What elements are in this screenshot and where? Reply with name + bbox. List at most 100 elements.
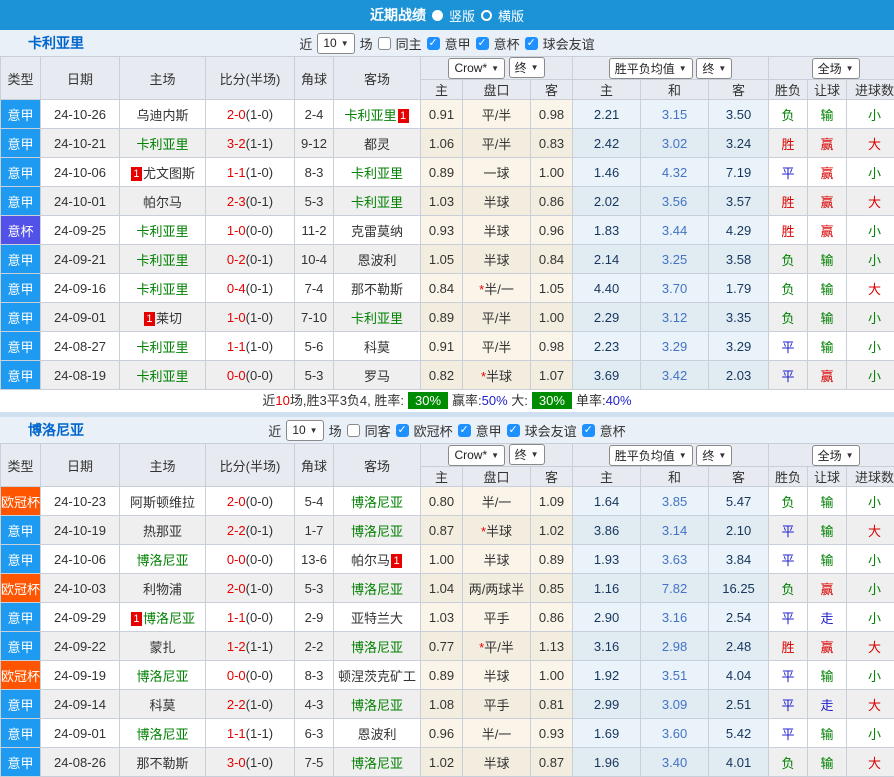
mean-group-header: 胜平负均值▼ 终▼ [573, 444, 769, 467]
recent-count-select[interactable]: 10▼ [286, 420, 323, 441]
scope-select[interactable]: 全场▼ [812, 58, 860, 79]
horizontal-radio-label: 横版 [498, 6, 524, 25]
team-name-text: 卡利亚里 [351, 166, 403, 181]
scope-select[interactable]: 全场▼ [812, 445, 860, 466]
league-filter-label: 意甲 [476, 421, 502, 440]
sub-column-header: 主 [573, 80, 641, 100]
team-name-text: 博洛尼亚 [351, 640, 403, 655]
league-filter-checkbox[interactable]: ✓ [458, 424, 471, 437]
column-header: 主场 [120, 57, 206, 100]
odds-group-header: Crow*▼ 终▼ [421, 444, 573, 467]
horizontal-radio[interactable] [481, 10, 492, 21]
league-filter-checkbox[interactable]: ✓ [396, 424, 409, 437]
home-team: 科莫 [120, 690, 206, 719]
match-row: 意甲24-09-01博洛尼亚1-1(1-1)6-3恩波利0.96半/一0.931… [1, 719, 894, 748]
score: 0-0(0-0) [206, 361, 295, 390]
mean-time-select[interactable]: 终▼ [696, 445, 732, 466]
league-filter-checkbox[interactable]: ✓ [427, 37, 440, 50]
full-score: 0-2 [227, 252, 246, 267]
odds-source-select[interactable]: Crow*▼ [448, 58, 505, 79]
score: 0-4(0-1) [206, 274, 295, 303]
same-venue-label: 同客 [365, 421, 391, 440]
result-wdl: 负 [769, 303, 808, 332]
team-name-text: 博洛尼亚 [136, 553, 188, 568]
odds-away: 1.02 [531, 516, 573, 545]
same-venue-checkbox[interactable] [378, 37, 391, 50]
mean-draw: 3.85 [641, 487, 709, 516]
away-team: 罗马 [334, 361, 421, 390]
column-header: 类型 [1, 444, 41, 487]
result-handicap: 输 [808, 545, 847, 574]
team-name-text: 帕尔马 [351, 553, 390, 568]
half-score: (0-1) [246, 194, 273, 209]
handicap: 平/半 [463, 129, 531, 158]
league-filter-checkbox[interactable]: ✓ [476, 37, 489, 50]
odds-source-select[interactable]: Crow*▼ [448, 445, 505, 466]
league-type: 意杯 [1, 216, 41, 245]
match-date: 24-09-01 [41, 719, 120, 748]
mean-away: 2.10 [709, 516, 769, 545]
half-score: (0-0) [246, 223, 273, 238]
league-filter-label: 欧冠杯 [414, 421, 453, 440]
result-goals: 小 [847, 574, 894, 603]
odds-home: 0.82 [421, 361, 463, 390]
result-handicap: 走 [808, 690, 847, 719]
mean-draw: 3.44 [641, 216, 709, 245]
vertical-radio[interactable] [432, 10, 443, 21]
result-handicap: 输 [808, 516, 847, 545]
team-name-text: 博洛尼亚 [351, 698, 403, 713]
half-score: (0-0) [246, 368, 273, 383]
league-filter-checkbox[interactable]: ✓ [582, 424, 595, 437]
league-filter-checkbox[interactable]: ✓ [525, 37, 538, 50]
mean-home: 1.64 [573, 487, 641, 516]
sub-column-header: 进球数 [847, 467, 894, 487]
league-filter-checkbox[interactable]: ✓ [507, 424, 520, 437]
chevron-down-icon: ▼ [846, 451, 854, 460]
recent-count-select[interactable]: 10▼ [317, 33, 354, 54]
full-score: 1-0 [227, 310, 246, 325]
half-score: (0-1) [246, 523, 273, 538]
match-date: 24-10-03 [41, 574, 120, 603]
mean-type-select-value: 胜平负均值 [615, 447, 675, 464]
score: 1-0(0-0) [206, 216, 295, 245]
odds-time-select[interactable]: 终▼ [509, 57, 545, 78]
same-venue-checkbox[interactable] [347, 424, 360, 437]
home-team: 卡利亚里 [120, 129, 206, 158]
full-score: 1-1 [227, 339, 246, 354]
mean-type-select[interactable]: 胜平负均值▼ [609, 445, 693, 466]
mean-time-select[interactable]: 终▼ [696, 58, 732, 79]
half-score: (1-1) [246, 726, 273, 741]
scope-select-value: 全场 [818, 60, 842, 77]
away-team: 博洛尼亚 [334, 632, 421, 661]
result-handicap: 输 [808, 100, 847, 129]
odds-away: 1.00 [531, 158, 573, 187]
corners: 5-3 [295, 574, 334, 603]
mean-group-header: 胜平负均值▼ 终▼ [573, 57, 769, 80]
odds-time-select[interactable]: 终▼ [509, 444, 545, 465]
chevron-down-icon: ▼ [679, 64, 687, 73]
column-header: 角球 [295, 57, 334, 100]
handicap: 平手 [463, 690, 531, 719]
corners: 8-3 [295, 158, 334, 187]
league-type: 意甲 [1, 748, 41, 777]
odds-away: 1.00 [531, 303, 573, 332]
away-team: 卡利亚里 [334, 158, 421, 187]
odds-home: 0.89 [421, 158, 463, 187]
mean-home: 1.69 [573, 719, 641, 748]
mean-home: 2.21 [573, 100, 641, 129]
result-handicap: 赢 [808, 158, 847, 187]
match-date: 24-10-26 [41, 100, 120, 129]
mean-away: 3.35 [709, 303, 769, 332]
mean-away: 5.47 [709, 487, 769, 516]
team-name-text: 蒙扎 [149, 640, 175, 655]
column-header: 客场 [334, 57, 421, 100]
chevron-down-icon: ▼ [341, 39, 349, 48]
score: 1-2(1-1) [206, 632, 295, 661]
result-handicap: 赢 [808, 216, 847, 245]
full-score: 0-0 [227, 668, 246, 683]
match-date: 24-10-21 [41, 129, 120, 158]
score: 2-0(0-0) [206, 487, 295, 516]
odds-away: 0.86 [531, 187, 573, 216]
mean-type-select[interactable]: 胜平负均值▼ [609, 58, 693, 79]
odds-home: 1.04 [421, 574, 463, 603]
